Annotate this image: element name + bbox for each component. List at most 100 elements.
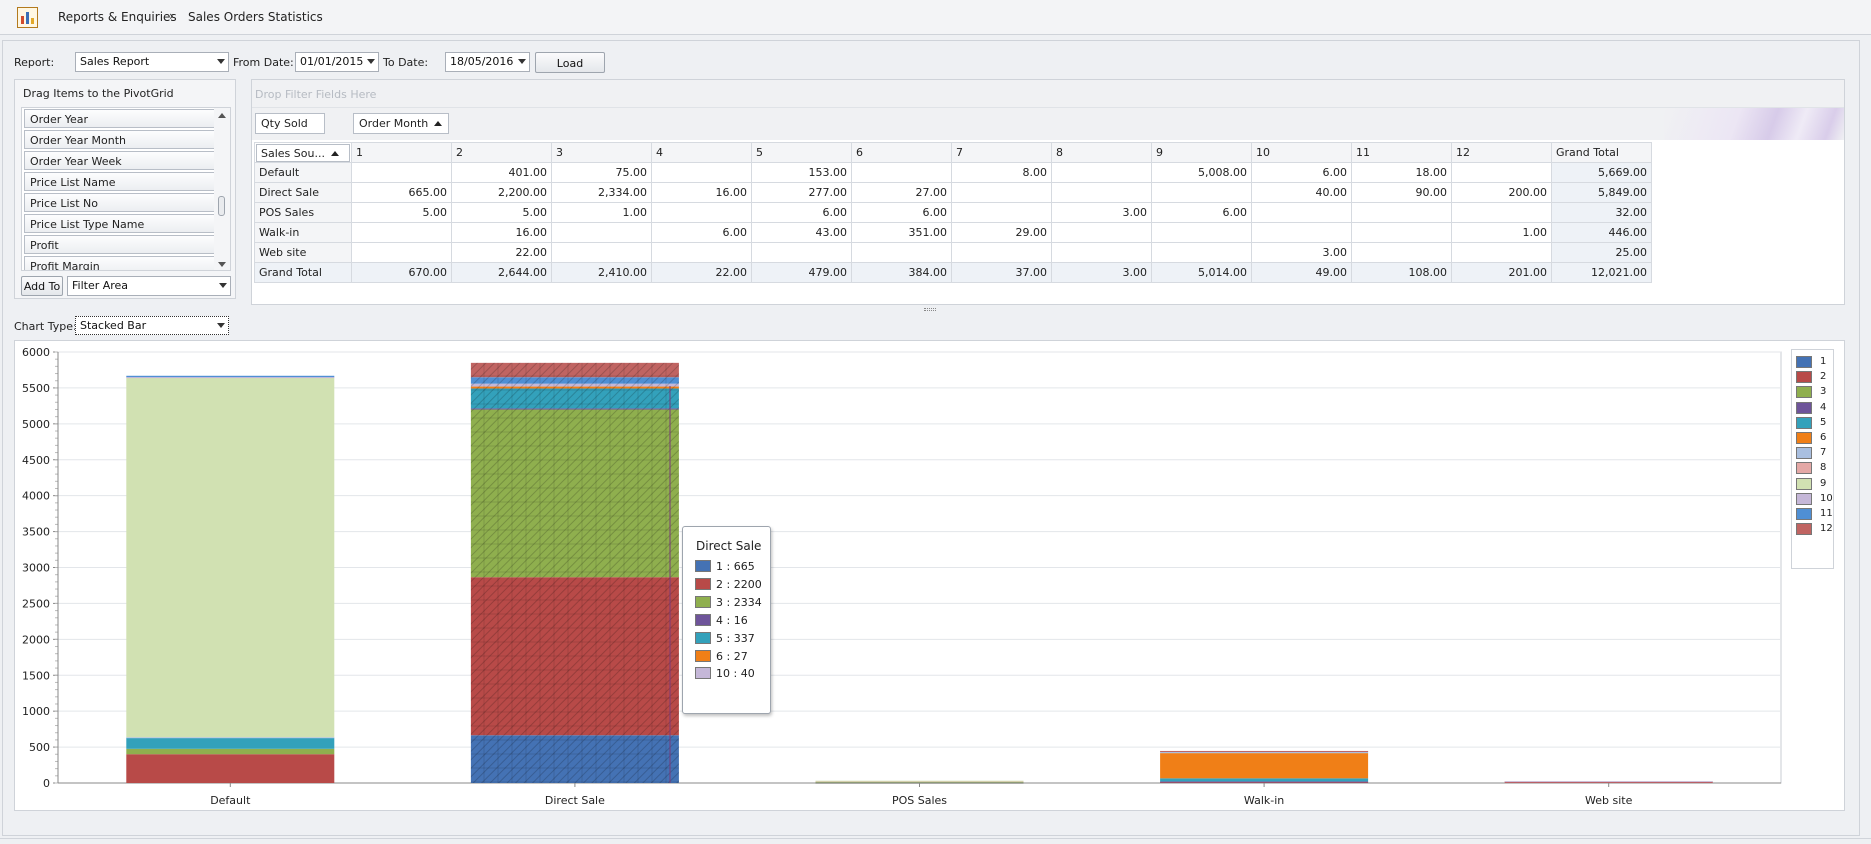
chart-tooltip: Direct Sale 1 : 665 2 : 2200 3 : 2334 4 : 1… — [682, 526, 771, 714]
column-header[interactable]: 10 — [1251, 142, 1352, 163]
legend-label: 11 — [1820, 508, 1833, 519]
add-to-button[interactable]: Add To — [21, 276, 63, 296]
field-item[interactable]: Price List Name — [24, 172, 216, 191]
column-field-order-month[interactable]: Order Month — [353, 113, 449, 134]
tooltip-value: 3 : 2334 — [716, 595, 762, 609]
table-cell: 5.00 — [351, 202, 452, 223]
sort-ascending-icon — [330, 150, 339, 156]
chevron-down-icon — [217, 59, 225, 64]
pivot-table: Sales Sou... 1 2 3 4 5 6 7 8 9 10 11 12 Grand Total De… — [254, 142, 1652, 283]
table-cell: 5,014.00 — [1151, 262, 1252, 283]
table-cell: 43.00 — [751, 222, 852, 243]
scroll-up-icon[interactable] — [218, 113, 226, 118]
table-cell — [1251, 222, 1352, 243]
row-header[interactable]: POS Sales — [254, 202, 352, 223]
to-date-label: To Date: — [383, 56, 429, 69]
tooltip-value: 10 : 40 — [716, 667, 755, 681]
table-cell — [1151, 242, 1252, 263]
bar-hatch — [470, 377, 679, 384]
column-header[interactable]: 7 — [951, 142, 1052, 163]
field-list-scrollbar[interactable] — [214, 108, 230, 270]
breadcrumb-root[interactable]: Reports & Enquiries — [58, 10, 177, 24]
table-cell — [1251, 202, 1352, 223]
table-cell — [1151, 182, 1252, 203]
row-header[interactable]: Walk-in — [254, 222, 352, 243]
table-cell: 3.00 — [1251, 242, 1352, 263]
scroll-thumb[interactable] — [218, 196, 225, 216]
field-item[interactable]: Price List Type Name — [24, 214, 216, 233]
legend-label: 9 — [1820, 477, 1827, 489]
field-item[interactable]: Profit Margin — [24, 256, 216, 270]
bar-segment — [126, 377, 335, 738]
load-button[interactable]: Load — [535, 52, 605, 73]
table-cell: 446.00 — [1551, 222, 1652, 243]
column-header[interactable]: Grand Total — [1551, 142, 1652, 163]
legend-swatch — [1796, 386, 1812, 399]
x-tick-label: Walk-in — [1244, 794, 1284, 807]
column-header[interactable]: 12 — [1451, 142, 1552, 163]
y-tick-label: 2500 — [22, 597, 50, 610]
field-item[interactable]: Profit — [24, 235, 216, 254]
bar-segment — [126, 748, 335, 755]
report-app-icon[interactable] — [17, 7, 38, 28]
column-header[interactable]: 3 — [551, 142, 652, 163]
table-cell — [1351, 202, 1452, 223]
table-cell — [951, 182, 1052, 203]
from-date-picker[interactable]: 01/01/2015 — [295, 52, 379, 72]
column-header[interactable]: 5 — [751, 142, 852, 163]
y-tick-label: 3500 — [22, 526, 50, 539]
table-cell: 6.00 — [1251, 162, 1352, 183]
table-cell: 37.00 — [951, 262, 1052, 283]
table-cell: 5.00 — [451, 202, 552, 223]
x-tick-label: POS Sales — [892, 794, 947, 807]
panel-splitter[interactable] — [924, 308, 936, 311]
column-header[interactable]: 4 — [651, 142, 752, 163]
row-field-cell[interactable]: Sales Sou... — [254, 142, 352, 163]
table-cell — [751, 242, 852, 263]
sort-ascending-icon — [434, 121, 443, 126]
field-item[interactable]: Price List No — [24, 193, 216, 212]
report-select[interactable]: Sales Report — [75, 52, 229, 72]
column-header[interactable]: 2 — [451, 142, 552, 163]
field-item[interactable]: Order Year Week — [24, 151, 216, 170]
bar-segment — [1160, 778, 1369, 782]
bar-segment — [1160, 750, 1369, 752]
table-cell: 32.00 — [1551, 202, 1652, 223]
column-header[interactable]: 6 — [851, 142, 952, 163]
column-header[interactable]: 8 — [1051, 142, 1152, 163]
y-tick-label: 3000 — [22, 562, 50, 575]
row-header[interactable]: Grand Total — [254, 262, 352, 283]
bar-hatch — [470, 386, 679, 389]
row-field-label: Sales Sou... — [261, 146, 325, 160]
row-header[interactable]: Default — [254, 162, 352, 183]
area-select[interactable]: Filter Area — [67, 276, 231, 296]
table-cell: 3.00 — [1051, 202, 1152, 223]
table-cell: 200.00 — [1451, 182, 1552, 203]
field-item[interactable]: Order Year Month — [24, 130, 216, 149]
chart-type-select[interactable]: Stacked Bar — [75, 316, 229, 335]
to-date-picker[interactable]: 18/05/2016 — [445, 52, 530, 72]
table-cell: 384.00 — [851, 262, 952, 283]
legend-swatch — [1796, 432, 1812, 444]
column-header[interactable]: 11 — [1351, 142, 1452, 163]
column-header[interactable]: 9 — [1151, 142, 1252, 163]
filter-drop-area[interactable]: Drop Filter Fields Here — [252, 80, 1844, 108]
table-cell: 40.00 — [1251, 182, 1352, 203]
table-cell: 16.00 — [451, 222, 552, 243]
data-field-qty-sold[interactable]: Qty Sold — [255, 113, 325, 134]
table-cell — [851, 162, 952, 183]
row-header[interactable]: Web site — [254, 242, 352, 263]
bottom-divider — [0, 838, 1871, 839]
table-cell: 351.00 — [851, 222, 952, 243]
field-item[interactable]: Order Year — [24, 109, 216, 128]
row-header[interactable]: Direct Sale — [254, 182, 352, 203]
bar-hatch — [470, 577, 679, 736]
table-cell — [1351, 222, 1452, 243]
table-cell: 6.00 — [651, 222, 752, 243]
scroll-down-icon[interactable] — [218, 262, 226, 267]
table-cell: 2,644.00 — [451, 262, 552, 283]
chart-area: 0 500 1000 1500 2000 2500 3000 3500 4000 4500 5000… — [14, 340, 1845, 811]
table-cell — [651, 242, 752, 263]
tooltip-swatch — [695, 649, 711, 662]
column-header[interactable]: 1 — [351, 142, 452, 163]
